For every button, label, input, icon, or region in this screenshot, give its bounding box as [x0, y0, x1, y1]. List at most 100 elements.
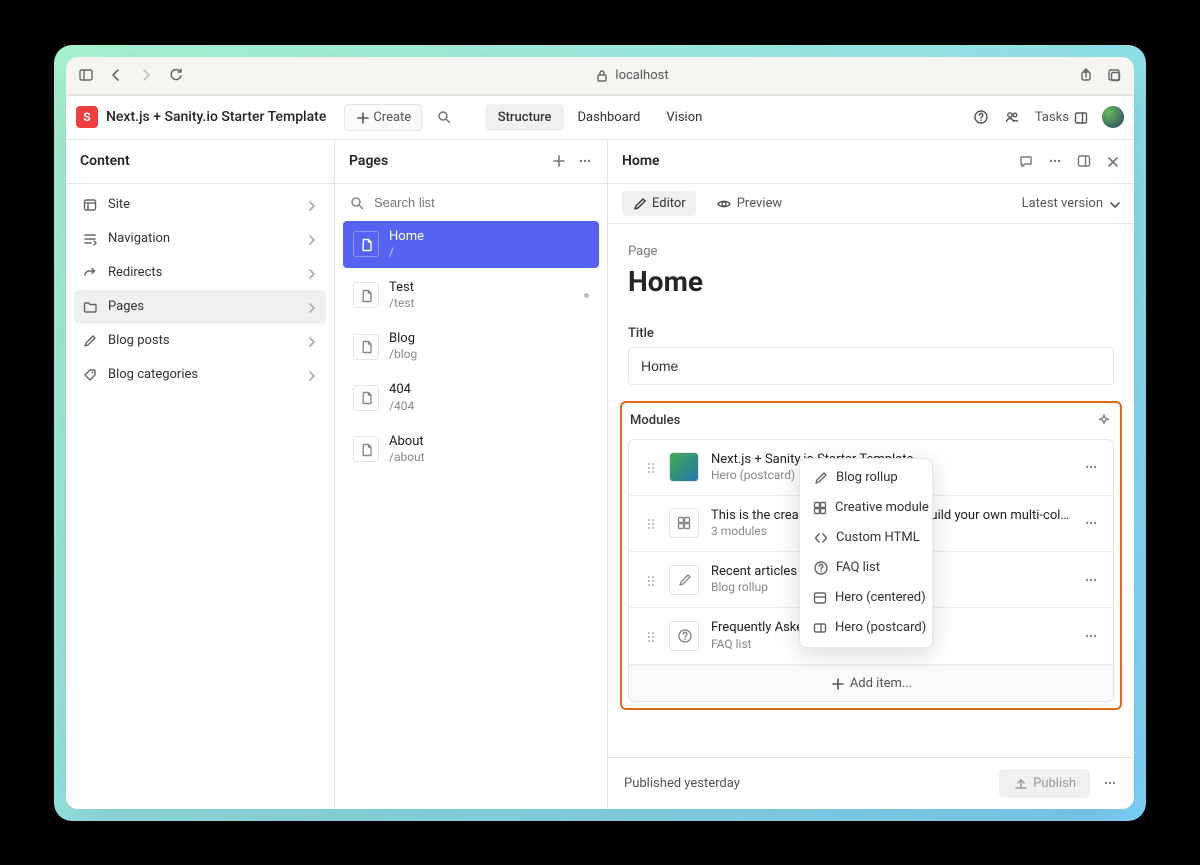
add-item-label: Add item...: [850, 676, 912, 691]
reload-icon[interactable]: [168, 67, 184, 83]
menu-item-hero-postcard[interactable]: Hero (postcard): [804, 613, 928, 643]
address-bar[interactable]: localhost: [194, 67, 1068, 83]
list-item[interactable]: About /about: [343, 426, 599, 473]
search-icon[interactable]: [436, 109, 452, 125]
list-item[interactable]: 404 /404: [343, 374, 599, 421]
users-icon[interactable]: [1004, 109, 1021, 126]
drag-handle-icon[interactable]: [643, 573, 657, 587]
list-item[interactable]: Home /: [343, 221, 599, 268]
studio-title: Next.js + Sanity.io Starter Template: [106, 109, 326, 125]
menu-item-hero-centered[interactable]: Hero (centered): [804, 583, 928, 613]
document-footer: Published yesterday Publish: [608, 757, 1134, 809]
module-row-menu-icon[interactable]: [1083, 572, 1099, 588]
forward-icon[interactable]: [138, 67, 154, 83]
module-row-menu-icon[interactable]: [1083, 628, 1099, 644]
create-button[interactable]: Create: [344, 104, 422, 131]
help-icon[interactable]: [973, 109, 990, 126]
list-item[interactable]: Blog /blog: [343, 323, 599, 370]
footer-menu-icon[interactable]: [1102, 775, 1118, 791]
share-icon[interactable]: [1078, 67, 1094, 83]
module-thumbnail-icon: [669, 452, 699, 482]
lock-icon: [593, 67, 609, 83]
tasks-button[interactable]: Tasks: [1035, 110, 1088, 125]
page-title: About: [389, 434, 425, 450]
document-icon: [353, 334, 379, 360]
pencil-icon: [669, 565, 699, 595]
tab-structure[interactable]: Structure: [486, 104, 564, 131]
drag-handle-icon[interactable]: [643, 460, 657, 474]
sidebar-item-label: Pages: [108, 299, 144, 314]
eye-icon: [716, 196, 731, 211]
sidebar-item-blog-categories[interactable]: Blog categories: [74, 358, 326, 392]
module-row-menu-icon[interactable]: [1083, 515, 1099, 531]
page-slug: /test: [389, 296, 414, 311]
editor-tab[interactable]: Editor: [622, 191, 696, 216]
avatar[interactable]: [1102, 106, 1124, 128]
document-panel-title: Home: [622, 153, 660, 169]
back-icon[interactable]: [108, 67, 124, 83]
module-type-popover: Blog rollup Creative module Custom HTML: [799, 458, 933, 648]
sidebar-toggle-icon[interactable]: [78, 67, 94, 83]
sidebar-item-label: Site: [108, 197, 130, 212]
address-text: localhost: [615, 68, 668, 83]
chevron-right-icon: [304, 266, 318, 280]
sidebar-item-site[interactable]: Site: [74, 188, 326, 222]
module-title: Frequently Asked: [711, 620, 811, 636]
workspace-tabs: Structure Dashboard Vision: [486, 104, 715, 131]
tabs-icon[interactable]: [1106, 67, 1122, 83]
sidebar-item-redirects[interactable]: Redirects: [74, 256, 326, 290]
postcard-icon: [812, 620, 827, 636]
menu-item-creative-module[interactable]: Creative module: [804, 493, 928, 523]
ai-assist-icon[interactable]: [1096, 413, 1112, 429]
page-slug: /blog: [389, 347, 417, 362]
version-selector[interactable]: Latest version: [1022, 196, 1120, 211]
modules-field: Modules Next.js + Sanity.io Starter Temp…: [628, 409, 1114, 702]
title-input[interactable]: [628, 347, 1114, 385]
document-title-heading: Home: [628, 265, 1114, 298]
sidebar-item-pages[interactable]: Pages: [74, 290, 326, 324]
create-button-label: Create: [373, 110, 411, 125]
folder-icon: [82, 299, 98, 315]
pencil-icon: [632, 196, 646, 210]
menu-item-faq-list[interactable]: FAQ list: [804, 553, 928, 583]
menu-item-label: Custom HTML: [836, 530, 920, 545]
list-item[interactable]: Test /test: [343, 272, 599, 319]
split-pane-icon[interactable]: [1076, 153, 1093, 170]
preview-tab[interactable]: Preview: [706, 191, 792, 216]
pages-panel: Pages Home: [335, 140, 608, 809]
close-icon[interactable]: [1105, 154, 1120, 169]
sidebar-item-blog-posts[interactable]: Blog posts: [74, 324, 326, 358]
chevron-down-icon: [1107, 197, 1120, 210]
version-label: Latest version: [1022, 196, 1103, 211]
sidebar-item-label: Blog categories: [108, 367, 198, 382]
content-panel: Content Site Navigation: [66, 140, 335, 809]
pages-menu-button[interactable]: [577, 153, 593, 169]
tab-dashboard[interactable]: Dashboard: [566, 104, 653, 131]
publish-button[interactable]: Publish: [999, 769, 1090, 798]
drag-handle-icon[interactable]: [643, 516, 657, 530]
chevron-right-icon: [304, 198, 318, 212]
search-input[interactable]: [372, 194, 593, 211]
drag-handle-icon[interactable]: [643, 629, 657, 643]
add-item-button[interactable]: Add item...: [629, 665, 1113, 701]
publish-button-label: Publish: [1033, 776, 1076, 791]
studio-topbar: S Next.js + Sanity.io Starter Template C…: [66, 96, 1134, 140]
pencil-icon: [82, 333, 98, 349]
preview-tab-label: Preview: [737, 196, 782, 211]
sidebar-item-navigation[interactable]: Navigation: [74, 222, 326, 256]
menu-item-blog-rollup[interactable]: Blog rollup: [804, 463, 928, 493]
menu-item-label: Hero (postcard): [835, 620, 926, 635]
editor-tab-label: Editor: [652, 196, 686, 211]
redirect-icon: [82, 265, 98, 281]
tab-vision[interactable]: Vision: [654, 104, 714, 131]
sanity-logo-icon: S: [76, 106, 98, 128]
add-page-button[interactable]: [551, 153, 567, 169]
menu-item-custom-html[interactable]: Custom HTML: [804, 523, 928, 553]
title-field-label: Title: [628, 326, 1114, 341]
module-row-menu-icon[interactable]: [1083, 459, 1099, 475]
document-menu-icon[interactable]: [1047, 153, 1064, 170]
tasks-label: Tasks: [1035, 110, 1069, 125]
chevron-right-icon: [304, 300, 318, 314]
site-icon: [82, 197, 98, 213]
comments-icon[interactable]: [1018, 153, 1035, 170]
